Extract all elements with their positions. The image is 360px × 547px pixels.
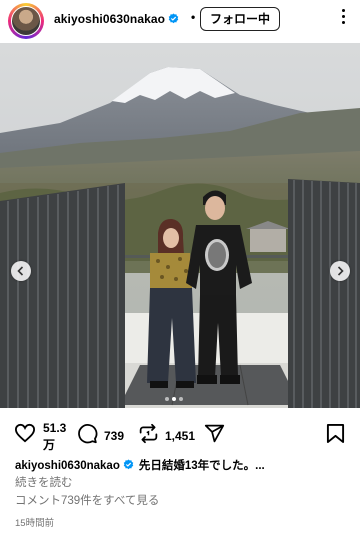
like-count-unit: 万 bbox=[43, 438, 56, 452]
header-separator: • bbox=[191, 10, 196, 24]
caption-text: 先日結婚13年でした。... bbox=[138, 460, 265, 472]
post-timestamp: 15時間前 bbox=[15, 518, 55, 529]
caption-username[interactable]: akiyoshi0630nakao bbox=[15, 460, 120, 472]
like-count[interactable]: 51.3 bbox=[43, 421, 66, 435]
carousel-next-button[interactable] bbox=[330, 261, 350, 281]
heart-icon bbox=[14, 423, 36, 443]
carousel-dot bbox=[165, 397, 169, 401]
username-text: akiyoshi0630nakao bbox=[54, 12, 166, 26]
carousel-prev-button[interactable] bbox=[11, 261, 31, 281]
verified-badge-icon bbox=[123, 459, 134, 470]
chevron-right-icon bbox=[337, 266, 344, 276]
view-all-comments-link[interactable]: コメント739件をすべて見る bbox=[15, 492, 159, 508]
carousel-dot-active bbox=[172, 397, 176, 401]
bookmark-icon bbox=[326, 424, 345, 443]
post-header: akiyoshi0630nakao • フォロー中 bbox=[0, 0, 360, 40]
comment-icon bbox=[78, 424, 98, 444]
following-button[interactable]: フォロー中 bbox=[200, 7, 280, 31]
post-photo[interactable] bbox=[0, 43, 360, 408]
avatar-image bbox=[11, 6, 41, 36]
comment-count[interactable]: 739 bbox=[104, 429, 124, 443]
repost-icon bbox=[139, 423, 158, 444]
carousel-indicator bbox=[165, 388, 195, 401]
read-more-link[interactable]: 続きを読む bbox=[15, 474, 73, 490]
carousel-dot bbox=[179, 397, 183, 401]
username-link[interactable]: akiyoshi0630nakao bbox=[54, 12, 179, 26]
more-icon[interactable] bbox=[336, 9, 350, 29]
avatar[interactable] bbox=[8, 3, 44, 39]
action-bar: 51.3 万 739 1,451 bbox=[0, 414, 360, 454]
chevron-left-icon bbox=[17, 266, 24, 276]
repost-count[interactable]: 1,451 bbox=[165, 429, 195, 443]
verified-badge-icon bbox=[168, 13, 179, 24]
share-icon bbox=[204, 424, 225, 443]
photo-image bbox=[0, 43, 360, 408]
caption: akiyoshi0630nakao 先日結婚13年でした。... bbox=[15, 457, 350, 473]
